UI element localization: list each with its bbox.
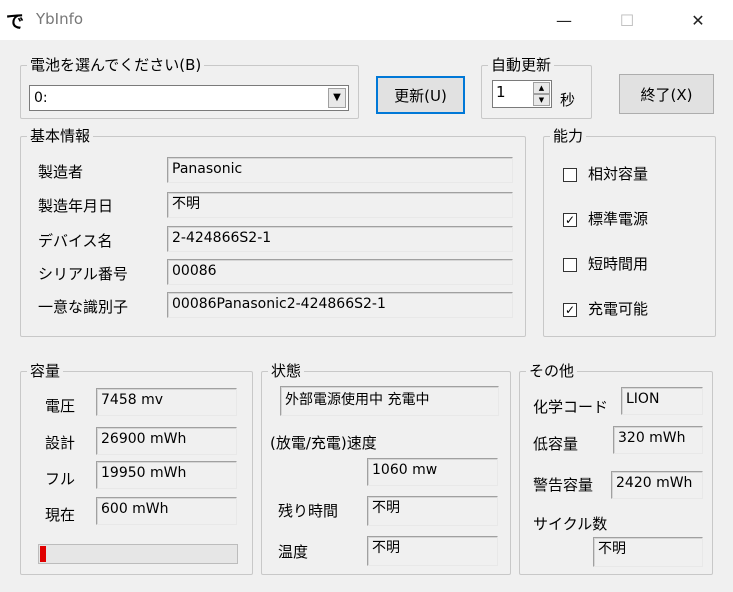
- close-button[interactable]: ✕: [675, 0, 721, 40]
- current-capacity-label: 現在: [45, 506, 76, 524]
- other-group: その他 化学コード LION 低容量 320 mWh 警告容量 2420 mWh…: [519, 361, 713, 575]
- auto-refresh-value[interactable]: 1: [496, 83, 506, 101]
- serial-number-field: 00086: [167, 259, 513, 285]
- chemistry-field: LION: [621, 387, 703, 415]
- rechargeable-label: 充電可能: [588, 300, 649, 318]
- minimize-button[interactable]: —: [541, 0, 587, 40]
- device-name-label: デバイス名: [38, 232, 113, 250]
- chevron-down-icon[interactable]: ▼: [328, 88, 346, 108]
- standard-power-checkbox[interactable]: ✓: [563, 213, 577, 227]
- basic-info-group: 基本情報 製造者 Panasonic 製造年月日 不明 デバイス名 2-4248…: [20, 126, 526, 337]
- auto-refresh-unit: 秒: [560, 91, 576, 109]
- refresh-button[interactable]: 更新(U): [376, 76, 465, 114]
- standard-power-label: 標準電源: [588, 210, 649, 228]
- short-term-label: 短時間用: [588, 255, 649, 273]
- capacity-title: 容量: [27, 361, 64, 381]
- remaining-time-label: 残り時間: [278, 502, 339, 520]
- auto-refresh-label: 自動更新: [488, 55, 555, 75]
- spin-down-icon[interactable]: ▼: [533, 94, 550, 106]
- cycle-count-field: 不明: [593, 537, 703, 567]
- serial-number-label: シリアル番号: [38, 265, 128, 283]
- manufacture-date-label: 製造年月日: [38, 197, 114, 215]
- status-field: 外部電源使用中 充電中: [280, 386, 499, 416]
- basic-info-title: 基本情報: [27, 126, 94, 146]
- battery-select-group: 電池を選んでください(B) 0: ▼: [20, 55, 359, 119]
- relative-capacity-checkbox[interactable]: [563, 168, 577, 182]
- warning-capacity-label: 警告容量: [533, 476, 594, 494]
- temperature-label: 温度: [278, 543, 309, 561]
- battery-select-label: 電池を選んでください(B): [27, 55, 205, 75]
- auto-refresh-spinner[interactable]: 1 ▲ ▼: [492, 80, 552, 108]
- client-area: 電池を選んでください(B) 0: ▼ 更新(U) 自動更新 1 ▲ ▼ 秒 終了…: [0, 40, 733, 592]
- auto-refresh-group: 自動更新 1 ▲ ▼ 秒: [481, 55, 592, 119]
- other-title: その他: [526, 361, 578, 381]
- design-capacity-field: 26900 mWh: [96, 427, 237, 455]
- battery-combobox-value: 0:: [34, 90, 48, 106]
- status-group: 状態 外部電源使用中 充電中 (放電/充電)速度 1060 mw 残り時間 不明…: [261, 361, 511, 575]
- manufacturer-label: 製造者: [38, 163, 84, 181]
- full-capacity-field: 19950 mWh: [96, 461, 237, 489]
- spin-up-icon[interactable]: ▲: [533, 82, 550, 94]
- manufacture-date-field: 不明: [167, 192, 513, 218]
- full-capacity-label: フル: [45, 470, 76, 488]
- warning-capacity-field: 2420 mWh: [611, 471, 703, 499]
- exit-button[interactable]: 終了(X): [619, 74, 714, 114]
- device-name-field: 2-424866S2-1: [167, 226, 513, 252]
- current-capacity-field: 600 mWh: [96, 497, 237, 525]
- voltage-field: 7458 mv: [96, 388, 237, 416]
- cycle-count-label: サイクル数: [533, 515, 608, 533]
- rate-field: 1060 mw: [367, 458, 498, 486]
- capability-title: 能力: [550, 126, 587, 146]
- capacity-progress-fill: [40, 546, 46, 562]
- unique-id-label: 一意な識別子: [38, 298, 129, 316]
- app-icon: で: [6, 12, 24, 33]
- short-term-checkbox[interactable]: [563, 258, 577, 272]
- manufacturer-field: Panasonic: [167, 157, 513, 183]
- status-title: 状態: [268, 361, 305, 381]
- maximize-button[interactable]: ☐: [604, 0, 650, 40]
- low-capacity-field: 320 mWh: [613, 426, 703, 454]
- window-title: YbInfo: [36, 10, 84, 28]
- chemistry-label: 化学コード: [533, 398, 609, 416]
- low-capacity-label: 低容量: [533, 435, 579, 453]
- capability-group: 能力 相対容量 ✓ 標準電源 短時間用 ✓ 充電可能: [543, 126, 716, 337]
- design-capacity-label: 設計: [45, 434, 76, 452]
- title-bar[interactable]: で YbInfo — ☐ ✕: [0, 0, 733, 40]
- battery-combobox[interactable]: 0: ▼: [29, 85, 349, 111]
- rate-label: (放電/充電)速度: [270, 434, 377, 452]
- unique-id-field: 00086Panasonic2-424866S2-1: [167, 292, 513, 318]
- capacity-group: 容量 電圧 7458 mv 設計 26900 mWh フル 19950 mWh …: [20, 361, 253, 575]
- voltage-label: 電圧: [45, 397, 76, 415]
- rechargeable-checkbox[interactable]: ✓: [563, 303, 577, 317]
- capacity-progress-bar: [38, 544, 238, 564]
- remaining-time-field: 不明: [367, 496, 498, 526]
- relative-capacity-label: 相対容量: [588, 165, 649, 183]
- temperature-field: 不明: [367, 536, 498, 566]
